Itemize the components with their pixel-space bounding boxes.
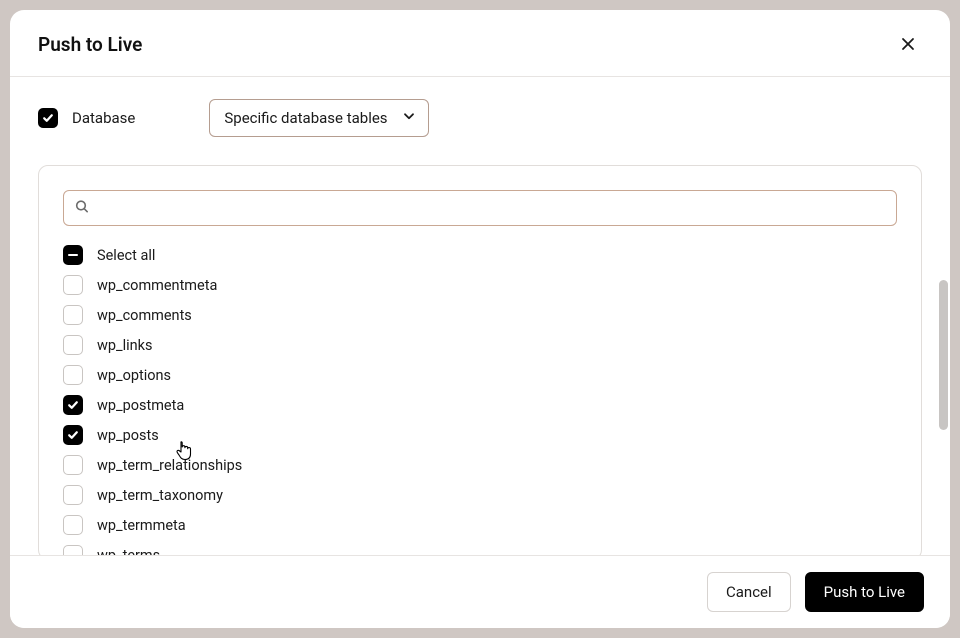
table-name-label: wp_comments [97,307,192,324]
table-row: wp_term_taxonomy [63,480,897,510]
table-row: wp_options [63,360,897,390]
table-checkbox[interactable] [63,485,83,505]
database-checkbox[interactable] [38,108,58,128]
table-row: wp_posts [63,420,897,450]
modal-footer: Cancel Push to Live [10,555,950,628]
table-checkbox[interactable] [63,365,83,385]
modal-title: Push to Live [38,33,142,56]
table-row: wp_terms [63,540,897,555]
table-search-input[interactable] [63,190,897,226]
table-name-label: wp_options [97,367,171,384]
modal-body: Database Specific database tables [10,77,950,555]
check-icon [42,112,54,124]
table-row: wp_commentmeta [63,270,897,300]
select-all-row: Select all [63,240,897,270]
table-checkbox[interactable] [63,335,83,355]
table-checkbox[interactable] [63,305,83,325]
table-row: wp_comments [63,300,897,330]
select-all-label: Select all [97,247,155,264]
check-icon [67,429,79,441]
cancel-button[interactable]: Cancel [707,572,791,612]
chevron-down-icon [402,109,416,127]
table-list: Select all wp_commentmeta wp_comments wp_l… [63,240,897,555]
search-icon [75,199,89,218]
table-checkbox[interactable] [63,425,83,445]
database-row: Database Specific database tables [38,99,922,137]
table-name-label: wp_termmeta [97,517,186,534]
database-label: Database [72,109,135,127]
table-name-label: wp_links [97,337,152,354]
push-to-live-modal: Push to Live Database Specific database … [10,10,950,628]
table-checkbox[interactable] [63,395,83,415]
push-to-live-button[interactable]: Push to Live [805,572,924,612]
close-icon [900,36,916,52]
table-name-label: wp_term_taxonomy [97,487,223,504]
table-checkbox[interactable] [63,515,83,535]
table-row: wp_postmeta [63,390,897,420]
scrollbar-thumb[interactable] [939,280,948,430]
table-checkbox[interactable] [63,545,83,555]
tables-panel: Select all wp_commentmeta wp_comments wp_l… [38,165,922,555]
table-row: wp_term_relationships [63,450,897,480]
table-name-label: wp_posts [97,427,159,444]
check-icon [67,399,79,411]
table-checkbox[interactable] [63,275,83,295]
table-name-label: wp_term_relationships [97,457,242,474]
table-name-label: wp_terms [97,547,160,556]
database-mode-select[interactable]: Specific database tables [209,99,429,137]
table-row: wp_termmeta [63,510,897,540]
table-name-label: wp_commentmeta [97,277,217,294]
search-wrap [63,190,897,226]
modal-header: Push to Live [10,10,950,77]
minus-icon [68,254,78,257]
close-button[interactable] [894,30,922,58]
table-checkbox[interactable] [63,455,83,475]
table-name-label: wp_postmeta [97,397,184,414]
select-all-checkbox[interactable] [63,245,83,265]
database-mode-value: Specific database tables [224,109,387,127]
table-row: wp_links [63,330,897,360]
